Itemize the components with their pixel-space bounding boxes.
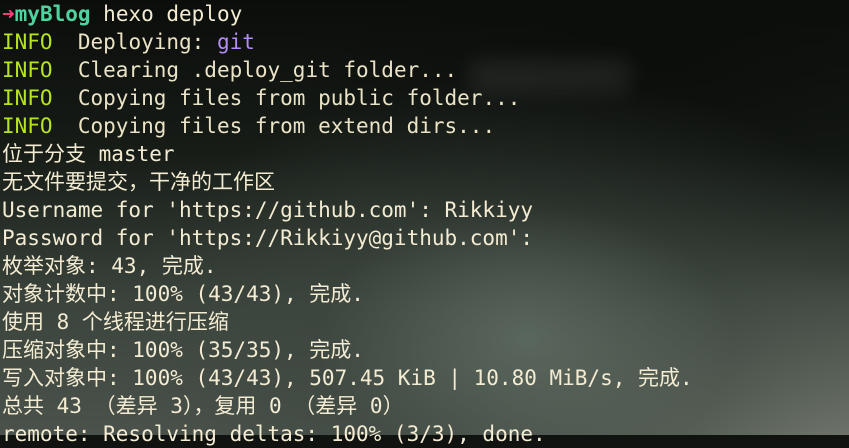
git-branch-line: 位于分支 master (2, 142, 175, 166)
remote-resolving-line: remote: Resolving deltas: 100% (3/3), do… (2, 422, 546, 446)
compress-objects-line: 压缩对象中: 100% (35/35), 完成. (2, 338, 364, 362)
password-prompt-line: Password for 'https://Rikkiyy@github.com… (2, 226, 534, 250)
deploy-type: git (216, 30, 255, 54)
log-message: Deploying: (77, 30, 217, 54)
enumerate-objects-line: 枚举对象: 43, 完成. (2, 254, 217, 278)
prompt-line: ➜myBlog hexo deploy (2, 0, 849, 28)
total-line: 总共 43 （差异 3），复用 0 （差异 0） (2, 394, 404, 418)
log-level-tag: INFO (2, 58, 53, 82)
log-level-tag: INFO (2, 114, 53, 138)
prompt-arrow-icon: ➜ (2, 2, 15, 26)
log-message: Copying files from extend dirs... (77, 114, 496, 138)
threads-line: 使用 8 个线程进行压缩 (2, 310, 229, 334)
log-level-tag: INFO (2, 86, 53, 110)
log-line: INFO Copying files from public folder... (2, 84, 849, 112)
log-line: INFO Clearing .deploy_git folder... (2, 56, 849, 84)
count-objects-line: 对象计数中: 100% (43/43), 完成. (2, 282, 364, 306)
log-message: Clearing .deploy_git folder... (77, 58, 458, 82)
terminal-output[interactable]: ➜myBlog hexo deploy INFO Deploying: git … (0, 0, 849, 448)
prompt-directory: myBlog (14, 2, 91, 26)
prompt-command: hexo deploy (103, 2, 243, 26)
log-message: Copying files from public folder... (77, 86, 521, 110)
git-status-line: 无文件要提交，干净的工作区 (2, 170, 275, 194)
username-prompt-line: Username for 'https://github.com': Rikki… (2, 198, 534, 222)
log-line: INFO Copying files from extend dirs... (2, 112, 849, 140)
write-objects-line: 写入对象中: 100% (43/43), 507.45 KiB | 10.80 … (2, 366, 693, 390)
log-line: INFO Deploying: git (2, 28, 849, 56)
log-level-tag: INFO (2, 30, 53, 54)
